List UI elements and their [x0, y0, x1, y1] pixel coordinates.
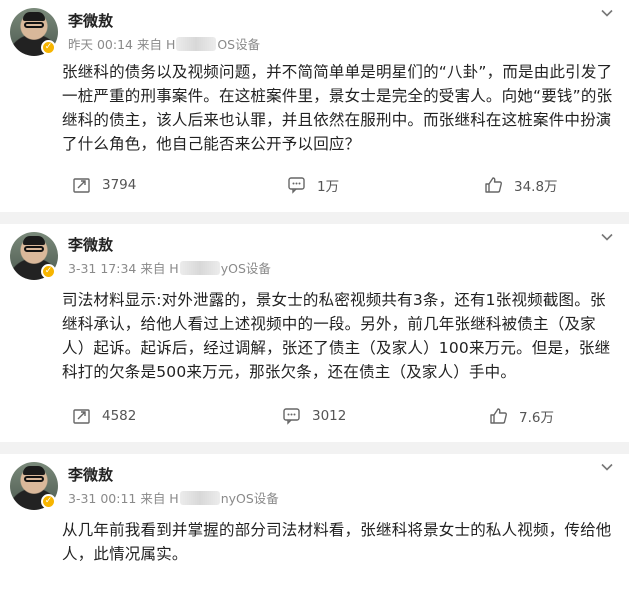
repost-icon	[73, 178, 90, 193]
post-content: 司法材料显示:对外泄露的，景女士的私密视频共有3条，还有1张视频截图。张继科承认…	[62, 291, 611, 381]
avatar-glasses	[24, 22, 44, 28]
like-icon	[485, 177, 502, 193]
repost-button[interactable]: 4582	[72, 403, 136, 429]
comment-icon	[288, 177, 305, 194]
post-device: nyOS设备	[220, 491, 279, 506]
blurred-text	[179, 491, 220, 505]
weibo-post: ✓ 李微敖 3-31 00:11 来自 H nyOS设备 从几年前我看到并掌握的部…	[0, 454, 629, 589]
comment-button[interactable]: 3012	[282, 403, 346, 429]
post-meta: 昨天 00:14 来自 H OS设备	[68, 34, 260, 53]
blurred-text	[179, 261, 220, 275]
chevron-down-icon[interactable]	[599, 6, 615, 22]
post-separator	[0, 442, 629, 454]
repost-count: 4582	[102, 408, 137, 424]
avatar-hair	[23, 12, 45, 21]
comment-button[interactable]: 1万	[287, 172, 339, 198]
avatar-hair	[23, 236, 45, 245]
repost-count: 3794	[102, 177, 137, 193]
post-time-source: 3-31 17:34 来自 H	[68, 261, 179, 276]
verified-badge-icon: ✓	[41, 494, 56, 509]
comment-icon	[283, 408, 300, 425]
verified-badge-icon: ✓	[41, 264, 56, 279]
avatar-glasses	[24, 476, 44, 482]
comment-count: 1万	[317, 179, 340, 195]
avatar-hair	[23, 466, 45, 475]
post-meta: 3-31 17:34 来自 H yOS设备	[68, 258, 271, 277]
like-count: 34.8万	[514, 179, 558, 195]
verified-badge-icon: ✓	[41, 40, 56, 55]
like-icon	[490, 408, 507, 424]
post-time-source: 3-31 00:11 来自 H	[68, 491, 179, 506]
post-device: OS设备	[217, 37, 261, 52]
like-button[interactable]: 34.8万	[484, 172, 558, 198]
avatar-glasses	[24, 246, 44, 252]
author-name[interactable]: 李微敖	[68, 10, 113, 31]
blurred-text	[176, 37, 217, 51]
weibo-post: ✓ 李微敖 3-31 17:34 来自 H yOS设备 司法材料显示:对外泄露的，…	[0, 224, 629, 442]
post-device: yOS设备	[220, 261, 271, 276]
post-time-source: 昨天 00:14 来自 H	[68, 37, 176, 52]
chevron-down-icon[interactable]	[599, 460, 615, 476]
like-button[interactable]: 7.6万	[489, 403, 554, 429]
repost-button[interactable]: 3794	[72, 172, 136, 198]
post-actions: 4582 3012 7.6万	[0, 403, 629, 429]
post-actions: 3794 1万 34.8万	[0, 172, 629, 198]
post-content: 从几年前我看到并掌握的部分司法材料看，张继科将景女士的私人视频，传给他人，此情况…	[62, 521, 612, 563]
like-count: 7.6万	[519, 410, 554, 426]
post-separator	[0, 212, 629, 224]
comment-count: 3012	[312, 408, 347, 424]
weibo-post: ✓ 李微敖 昨天 00:14 来自 H OS设备 张继科的债务以及视频问题，并不简…	[0, 0, 629, 212]
repost-icon	[73, 409, 90, 424]
author-name[interactable]: 李微敖	[68, 234, 113, 255]
chevron-down-icon[interactable]	[599, 230, 615, 246]
post-content: 张继科的债务以及视频问题，并不简简单单是明星们的“八卦”，而是由此引发了一桩严重…	[62, 63, 613, 153]
post-meta: 3-31 00:11 来自 H nyOS设备	[68, 488, 279, 507]
author-name[interactable]: 李微敖	[68, 464, 113, 485]
